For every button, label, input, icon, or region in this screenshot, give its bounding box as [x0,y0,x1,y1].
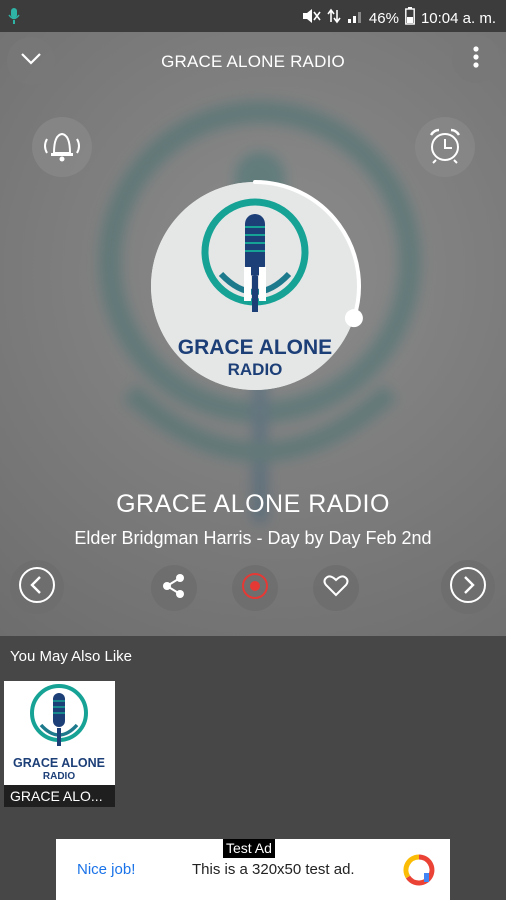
favorite-button[interactable] [313,565,359,611]
more-vertical-icon [473,45,479,73]
previous-button[interactable] [10,560,64,614]
alarm-clock-icon [425,125,465,170]
record-icon [240,571,270,606]
player-area: GRACE ALONE RADIO GRACE ALONE RADIO GRAC… [0,32,506,636]
ad-tag: Test Ad [223,839,275,858]
chevron-down-icon [20,52,42,71]
mic-icon [8,7,20,29]
bell-icon [39,125,85,170]
battery-icon [405,7,415,29]
clock-time: 10:04 a. m. [420,9,496,27]
page-title: GRACE ALONE RADIO [161,52,345,71]
notification-button[interactable] [32,117,92,177]
share-button[interactable] [151,565,197,611]
ad-banner[interactable]: Test Ad Nice job! This is a 320x50 test … [56,839,450,900]
track-name: Elder Bridgman Harris - Day by Day Feb 2… [74,528,432,548]
more-options-button[interactable] [452,35,500,83]
card-logo-line2: RADIO [43,771,75,782]
card-logo-line1: GRACE ALONE [13,756,105,770]
next-button[interactable] [441,560,495,614]
collapse-button[interactable] [7,37,55,85]
station-card[interactable]: GRACE ALONE RADIO GRACE ALO... [4,681,115,807]
chevron-right-icon [448,565,488,610]
battery-level: 46% [368,9,399,27]
ad-text: This is a 320x50 test ad. [192,861,355,878]
section-title: You May Also Like [10,648,133,665]
progress-ring[interactable] [143,174,367,398]
station-name: GRACE ALONE RADIO [116,490,390,518]
card-logo: GRACE ALONE RADIO [4,681,115,785]
station-card-label: GRACE ALO... [4,785,115,807]
mute-icon [301,8,321,28]
chevron-left-icon [17,565,57,610]
alarm-button[interactable] [415,117,475,177]
progress-handle[interactable] [344,309,363,328]
ad-logo-icon [402,853,436,892]
record-button[interactable] [232,565,278,611]
data-arrows-icon [327,8,341,28]
signal-icon [347,8,363,28]
status-bar: 46% 10:04 a. m. [0,0,506,32]
share-icon [160,572,188,605]
heart-icon [323,574,349,603]
ad-cta-link[interactable]: Nice job! [77,861,135,878]
